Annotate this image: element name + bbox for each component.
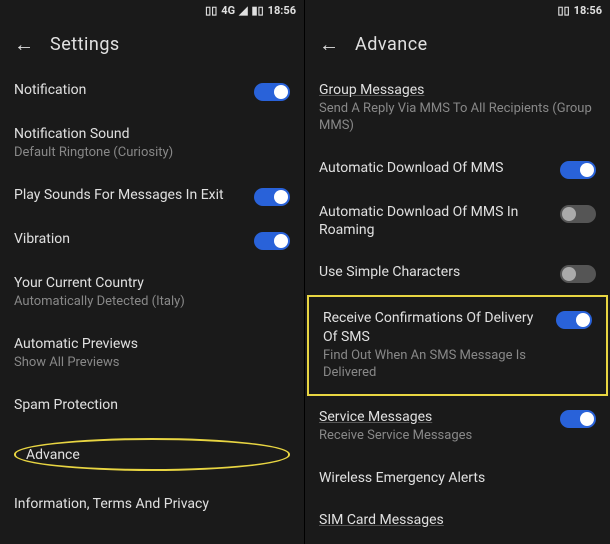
toggle-vibration[interactable]: [254, 232, 290, 250]
setting-advance[interactable]: Advance: [0, 426, 304, 482]
back-icon[interactable]: ←: [319, 32, 339, 57]
advance-screen: ▯▯ 18:56 ← Advance Group Messages Send A…: [305, 0, 610, 544]
setting-play-sounds[interactable]: Play Sounds For Messages In Exit: [0, 174, 304, 218]
setting-country[interactable]: Your Current Country Automatically Detec…: [0, 262, 304, 323]
net-icon: 4G: [221, 4, 235, 17]
settings-list: Notification Notification Sound Default …: [0, 69, 304, 544]
setting-vibration[interactable]: Vibration: [0, 218, 304, 262]
setting-simple-chars[interactable]: Use Simple Characters: [305, 251, 610, 295]
sublabel: Find Out When An SMS Message Is Delivere…: [323, 348, 546, 382]
battery-icon: ▮▯: [252, 4, 264, 17]
sublabel: Show All Previews: [14, 355, 290, 372]
settings-screen: ▯▯ 4G ◢ ▮▯ 18:56 ← Settings Notification…: [0, 0, 305, 544]
toggle-notification[interactable]: [254, 83, 290, 101]
label: Wireless Emergency Alerts: [319, 469, 596, 487]
back-icon[interactable]: ←: [14, 32, 34, 57]
label: Your Current Country: [14, 274, 290, 292]
header-left: ← Settings: [0, 20, 304, 69]
setting-info[interactable]: Information, Terms And Privacy: [0, 483, 304, 525]
page-title: Settings: [50, 34, 120, 55]
sublabel: Receive Service Messages: [319, 428, 550, 445]
label: Play Sounds For Messages In Exit: [14, 186, 244, 204]
setting-previews[interactable]: Automatic Previews Show All Previews: [0, 323, 304, 384]
label: Automatic Previews: [14, 335, 290, 353]
setting-notification[interactable]: Notification: [0, 69, 304, 113]
sublabel: Automatically Detected (Italy): [14, 294, 290, 311]
setting-service-messages[interactable]: Service Messages Receive Service Message…: [305, 396, 610, 457]
clock: 18:56: [574, 4, 602, 17]
status-bar-right: ▯▯ 18:56: [305, 0, 610, 20]
label: Advance: [26, 447, 80, 463]
setting-sim-messages[interactable]: SIM Card Messages: [305, 499, 610, 541]
clock: 18:56: [268, 4, 296, 17]
sublabel: Send A Reply Via MMS To All Recipients (…: [319, 101, 596, 135]
setting-spam[interactable]: Spam Protection: [0, 384, 304, 426]
toggle-auto-mms-roaming[interactable]: [560, 205, 596, 223]
label: Use Simple Characters: [319, 263, 550, 281]
toggle-play-sounds[interactable]: [254, 188, 290, 206]
status-bar-left: ▯▯ 4G ◢ ▮▯ 18:56: [0, 0, 304, 20]
label: Automatic Download Of MMS In Roaming: [319, 203, 550, 239]
label: Information, Terms And Privacy: [14, 495, 290, 513]
label: Notification: [14, 81, 244, 99]
label: Notification Sound: [14, 125, 290, 143]
label: SIM Card Messages: [319, 511, 596, 529]
setting-notification-sound[interactable]: Notification Sound Default Ringtone (Cur…: [0, 113, 304, 174]
toggle-auto-mms[interactable]: [560, 161, 596, 179]
setting-delivery-confirmation[interactable]: Receive Confirmations Of Delivery Of SMS…: [307, 295, 608, 395]
vibrate-icon: ▯▯: [558, 4, 570, 17]
header-right: ← Advance: [305, 20, 610, 69]
label: Service Messages: [319, 408, 550, 426]
toggle-service-messages[interactable]: [560, 410, 596, 428]
label: Automatic Download Of MMS: [319, 159, 550, 177]
setting-auto-mms[interactable]: Automatic Download Of MMS: [305, 147, 610, 191]
page-title: Advance: [355, 34, 428, 55]
label: Spam Protection: [14, 396, 290, 414]
setting-group-messages[interactable]: Group Messages Send A Reply Via MMS To A…: [305, 69, 610, 147]
label: Group Messages: [319, 81, 596, 99]
vibrate-icon: ▯▯: [205, 4, 217, 17]
setting-auto-mms-roaming[interactable]: Automatic Download Of MMS In Roaming: [305, 191, 610, 251]
sublabel: Default Ringtone (Curiosity): [14, 145, 290, 162]
setting-wireless-alerts[interactable]: Wireless Emergency Alerts: [305, 457, 610, 499]
toggle-simple-chars[interactable]: [560, 265, 596, 283]
toggle-delivery-confirmation[interactable]: [556, 311, 592, 329]
label: Vibration: [14, 230, 244, 248]
signal-icon: ◢: [239, 4, 247, 17]
highlight-ellipse: Advance: [14, 438, 290, 470]
advance-list: Group Messages Send A Reply Via MMS To A…: [305, 69, 610, 544]
label: Receive Confirmations Of Delivery Of SMS: [323, 309, 546, 345]
